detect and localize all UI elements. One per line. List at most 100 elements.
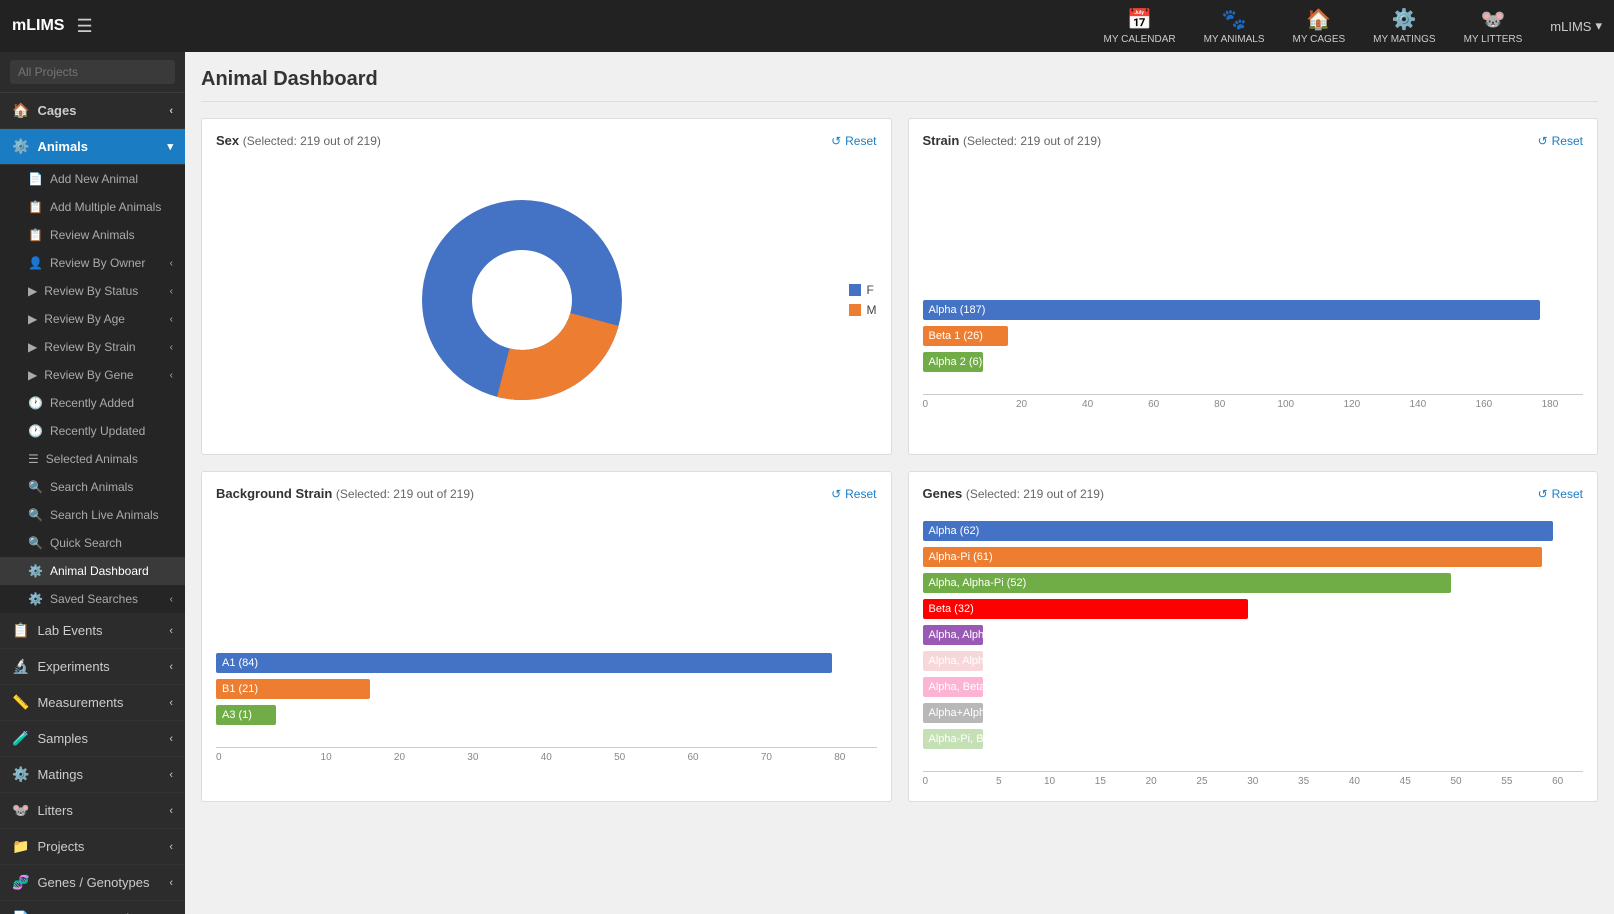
animals-sidebar-icon: ⚙️ (12, 138, 29, 155)
legend-male: M (849, 303, 877, 317)
genes-icon: 🧬 (12, 874, 29, 891)
bar-row: Alpha+AlphaPi, Alpha+Pi (1) (923, 703, 1584, 723)
review-owner-icon: 👤 (28, 256, 43, 270)
bg-strain-x-axis: 01020304050607080 (216, 747, 877, 763)
sex-chart-title-area: Sex (Selected: 219 out of 219) (216, 133, 381, 148)
x-tick: 30 (1227, 776, 1278, 787)
genes-chart-card: Genes (Selected: 219 out of 219) ↺ Reset… (908, 471, 1599, 802)
nav-my-matings-label: MY MATINGS (1373, 34, 1435, 45)
nav-my-litters[interactable]: 🐭 MY LITTERS (1464, 7, 1523, 45)
x-tick: 60 (1532, 776, 1583, 787)
sidebar-item-genes[interactable]: 🧬 Genes / Genotypes ‹ (0, 865, 185, 901)
search-animals-icon: 🔍 (28, 480, 43, 494)
sidebar-item-matings[interactable]: ⚙️ Matings ‹ (0, 757, 185, 793)
sub-review-by-owner[interactable]: 👤 Review By Owner ‹ (0, 249, 185, 277)
review-strain-icon: ▶ (28, 340, 37, 354)
cages-icon: 🏠 (1306, 7, 1331, 32)
animals-chevron-icon: ▾ (167, 140, 173, 153)
x-tick: 5 (973, 776, 1024, 787)
sub-quick-search[interactable]: 🔍 Quick Search (0, 529, 185, 557)
sub-add-new-animal[interactable]: 📄 Add New Animal (0, 165, 185, 193)
x-tick: 100 (1253, 399, 1319, 410)
sidebar-item-experiments[interactable]: 🔬 Experiments ‹ (0, 649, 185, 685)
x-tick: 55 (1481, 776, 1532, 787)
sidebar-item-lab-events[interactable]: 📋 Lab Events ‹ (0, 613, 185, 649)
nav-my-matings[interactable]: ⚙️ MY MATINGS (1373, 7, 1435, 45)
username: mLIMS (1550, 19, 1591, 34)
nav-my-cages[interactable]: 🏠 MY CAGES (1293, 7, 1346, 45)
sidebar-item-samples[interactable]: 🧪 Samples ‹ (0, 721, 185, 757)
owner-chevron-icon: ‹ (170, 258, 173, 269)
sidebar-item-projects[interactable]: 📁 Projects ‹ (0, 829, 185, 865)
bar-row: Alpha (187) (923, 300, 1584, 320)
menu-icon[interactable]: ☰ (76, 16, 92, 37)
strain-reset-button[interactable]: ↺ Reset (1538, 134, 1583, 148)
animal-dashboard-icon: ⚙️ (28, 564, 43, 578)
nav-my-calendar[interactable]: 📅 MY CALENDAR (1104, 7, 1176, 45)
projects-icon: 📁 (12, 838, 29, 855)
iacuc-icon: 📄 (12, 910, 29, 914)
nav-my-calendar-label: MY CALENDAR (1104, 34, 1176, 45)
bg-strain-reset-button[interactable]: ↺ Reset (831, 487, 876, 501)
sex-chart-title: Sex (216, 133, 239, 148)
sub-review-animals[interactable]: 📋 Review Animals (0, 221, 185, 249)
sub-review-by-age[interactable]: ▶ Review By Age ‹ (0, 305, 185, 333)
legend-female-color (849, 284, 861, 296)
legend-male-label: M (867, 303, 877, 317)
litters-chevron-icon: ‹ (169, 805, 173, 817)
bar-fill: Alpha (62) (923, 521, 1553, 541)
sidebar-cages-label: Cages (37, 103, 76, 118)
sidebar-item-cages[interactable]: 🏠 Cages ‹ (0, 93, 185, 129)
genes-bar-chart: Alpha (62) Alpha-Pi (61) Alpha, Alpha-Pi… (923, 513, 1584, 787)
x-tick: 180 (1517, 399, 1583, 410)
bar-fill: Alpha, Beta (1) (923, 677, 983, 697)
x-tick: 30 (436, 752, 509, 763)
measurements-icon: 📏 (12, 694, 29, 711)
sub-add-multiple-animals[interactable]: 📋 Add Multiple Animals (0, 193, 185, 221)
sub-review-by-gene[interactable]: ▶ Review By Gene ‹ (0, 361, 185, 389)
x-tick: 140 (1385, 399, 1451, 410)
user-menu[interactable]: mLIMS ▾ (1550, 18, 1602, 34)
x-tick: 120 (1319, 399, 1385, 410)
strain-chart-title: Strain (923, 133, 960, 148)
sidebar-item-iacuc[interactable]: 📄 IACUC Protocols ‹ (0, 901, 185, 914)
bar-label: A1 (84) (222, 657, 258, 669)
genes-chart-header: Genes (Selected: 219 out of 219) ↺ Reset (923, 486, 1584, 501)
add-multiple-icon: 📋 (28, 200, 43, 214)
bar-fill: Alpha, Alpha+AlphaPi, Alpha+Pi (5) (923, 625, 983, 645)
nav-my-animals[interactable]: 🐾 MY ANIMALS (1204, 7, 1265, 45)
bg-strain-reset-icon: ↺ (831, 487, 841, 501)
sidebar-item-litters[interactable]: 🐭 Litters ‹ (0, 793, 185, 829)
sidebar-item-animals[interactable]: ⚙️ Animals ▾ (0, 129, 185, 165)
sex-reset-button[interactable]: ↺ Reset (831, 134, 876, 148)
search-live-icon: 🔍 (28, 508, 43, 522)
bar-row: A1 (84) (216, 653, 877, 673)
sub-selected-animals[interactable]: ☰ Selected Animals (0, 445, 185, 473)
samples-icon: 🧪 (12, 730, 29, 747)
experiments-chevron-icon: ‹ (169, 661, 173, 673)
sub-recently-added[interactable]: 🕐 Recently Added (0, 389, 185, 417)
sub-recently-updated[interactable]: 🕐 Recently Updated (0, 417, 185, 445)
sidebar-item-measurements[interactable]: 📏 Measurements ‹ (0, 685, 185, 721)
sub-review-by-status[interactable]: ▶ Review By Status ‹ (0, 277, 185, 305)
sub-animal-dashboard[interactable]: ⚙️ Animal Dashboard (0, 557, 185, 585)
bar-row: Alpha (62) (923, 521, 1584, 541)
bar-row: Alpha, Alpha-AlphaPi (1) (923, 651, 1584, 671)
sub-search-animals[interactable]: 🔍 Search Animals (0, 473, 185, 501)
sub-saved-searches[interactable]: ⚙️ Saved Searches ‹ (0, 585, 185, 613)
genes-reset-button[interactable]: ↺ Reset (1538, 487, 1583, 501)
bar-label: Alpha+AlphaPi, Alpha+Pi (1) (929, 707, 1068, 719)
sidebar-search-container (0, 52, 185, 93)
bar-fill: Alpha (187) (923, 300, 1541, 320)
bar-fill: Alpha+AlphaPi, Alpha+Pi (1) (923, 703, 983, 723)
bar-row: Alpha-Pi, Beta (1) (923, 729, 1584, 749)
sex-chart-subtitle: (Selected: 219 out of 219) (243, 134, 381, 148)
bar-fill: A1 (84) (216, 653, 832, 673)
sub-search-live-animals[interactable]: 🔍 Search Live Animals (0, 501, 185, 529)
project-search-input[interactable] (10, 60, 175, 84)
x-tick: 80 (1187, 399, 1253, 410)
sub-review-by-strain[interactable]: ▶ Review By Strain ‹ (0, 333, 185, 361)
x-tick: 0 (923, 399, 989, 410)
bg-strain-bars: A1 (84) B1 (21) A3 (1) (216, 645, 877, 739)
bar-fill: Alpha-Pi (61) (923, 547, 1543, 567)
